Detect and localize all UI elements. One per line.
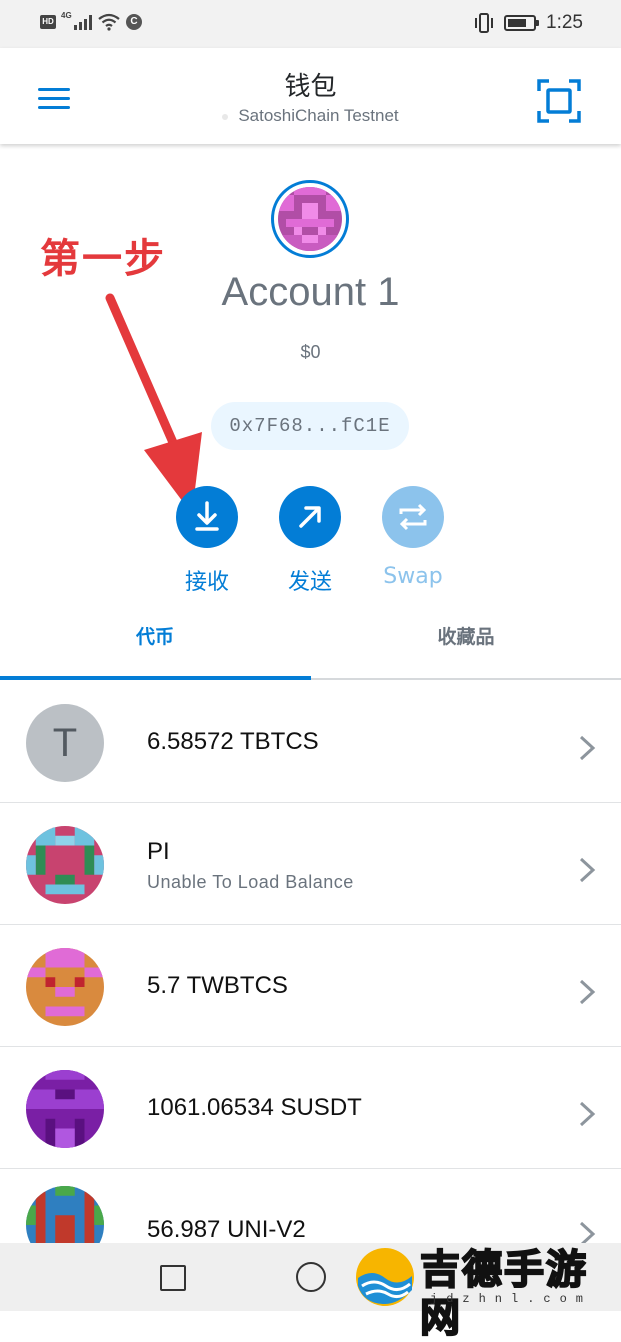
send-label: 发送 bbox=[287, 570, 332, 595]
token-amount: 6.58572 TBTCS bbox=[147, 728, 319, 755]
status-right: 1:25 bbox=[474, 12, 583, 34]
recents-square-icon[interactable] bbox=[160, 1265, 186, 1291]
swap-button[interactable]: Swap bbox=[373, 486, 453, 589]
download-icon bbox=[195, 501, 219, 531]
account-avatar[interactable] bbox=[271, 180, 349, 258]
token-row-twbtcs[interactable]: 5.7 TWBTCS bbox=[0, 926, 621, 1047]
network-indicator[interactable]: SatoshiChain Testnet bbox=[0, 106, 621, 126]
token-row-susdt[interactable]: 1061.06534 SUSDT bbox=[0, 1048, 621, 1169]
site-watermark: 吉德手游网 jdzhnl.com bbox=[352, 1246, 614, 1342]
page-title: 钱包 bbox=[284, 72, 337, 102]
token-amount: 56.987 UNI-V2 bbox=[147, 1216, 306, 1243]
token-identicon bbox=[26, 826, 104, 904]
receive-label: 接收 bbox=[184, 570, 229, 595]
chevron-right-icon bbox=[579, 979, 596, 1005]
token-identicon bbox=[26, 948, 104, 1026]
battery-level bbox=[508, 19, 527, 27]
token-amount: 1061.06534 SUSDT bbox=[147, 1094, 362, 1121]
tab-active-indicator bbox=[0, 676, 311, 680]
swap-label: Swap bbox=[383, 564, 443, 589]
receive-button[interactable]: 接收 bbox=[167, 486, 247, 596]
chevron-right-icon bbox=[579, 857, 596, 883]
network-type: 4G bbox=[61, 11, 72, 20]
signal-icon: 4G bbox=[61, 11, 92, 30]
status-bar: HD 4G C 1:25 bbox=[0, 0, 621, 48]
step-annotation: 第一步 bbox=[40, 236, 166, 282]
battery-icon bbox=[504, 15, 540, 31]
token-identicon bbox=[26, 1070, 104, 1148]
token-letter-icon: T bbox=[26, 704, 104, 782]
chevron-right-icon bbox=[579, 735, 596, 761]
token-amount: 5.7 TWBTCS bbox=[147, 972, 288, 999]
fiat-balance: $0 bbox=[300, 342, 321, 362]
receive-circle[interactable] bbox=[176, 486, 238, 548]
tab-tokens[interactable]: 代币 bbox=[0, 612, 310, 682]
swap-arrows-icon bbox=[399, 503, 427, 531]
status-left: HD 4G C bbox=[40, 11, 142, 31]
clock: 1:25 bbox=[546, 12, 583, 33]
network-status-dot bbox=[222, 113, 229, 120]
arrow-up-right-icon bbox=[299, 506, 321, 528]
qr-scan-icon[interactable] bbox=[536, 78, 582, 124]
tab-collectibles[interactable]: 收藏品 bbox=[311, 612, 621, 682]
watermark-logo-icon bbox=[356, 1248, 414, 1306]
identicon bbox=[278, 187, 342, 251]
token-balance-error: Unable To Load Balance bbox=[147, 872, 354, 892]
swap-circle[interactable] bbox=[382, 486, 444, 548]
chevron-right-icon bbox=[579, 1101, 596, 1127]
vpn-badge-icon: C bbox=[126, 14, 142, 30]
token-row-tbtcs[interactable]: T 6.58572 TBTCS bbox=[0, 682, 621, 803]
hd-badge: HD bbox=[40, 15, 56, 29]
send-circle[interactable] bbox=[279, 486, 341, 548]
vibrate-icon bbox=[475, 13, 494, 33]
app-header: 钱包 SatoshiChain Testnet bbox=[0, 48, 621, 144]
token-row-pi[interactable]: PI Unable To Load Balance bbox=[0, 804, 621, 925]
network-name: SatoshiChain Testnet bbox=[238, 106, 399, 125]
watermark-url: jdzhnl.com bbox=[430, 1292, 593, 1306]
send-button[interactable]: 发送 bbox=[270, 486, 350, 596]
token-amount: PI bbox=[147, 838, 170, 865]
wifi-icon bbox=[98, 13, 120, 31]
account-address-pill[interactable]: 0x7F68...fC1E bbox=[211, 402, 409, 450]
home-circle-icon[interactable] bbox=[296, 1262, 326, 1292]
token-letter: T bbox=[26, 704, 104, 782]
